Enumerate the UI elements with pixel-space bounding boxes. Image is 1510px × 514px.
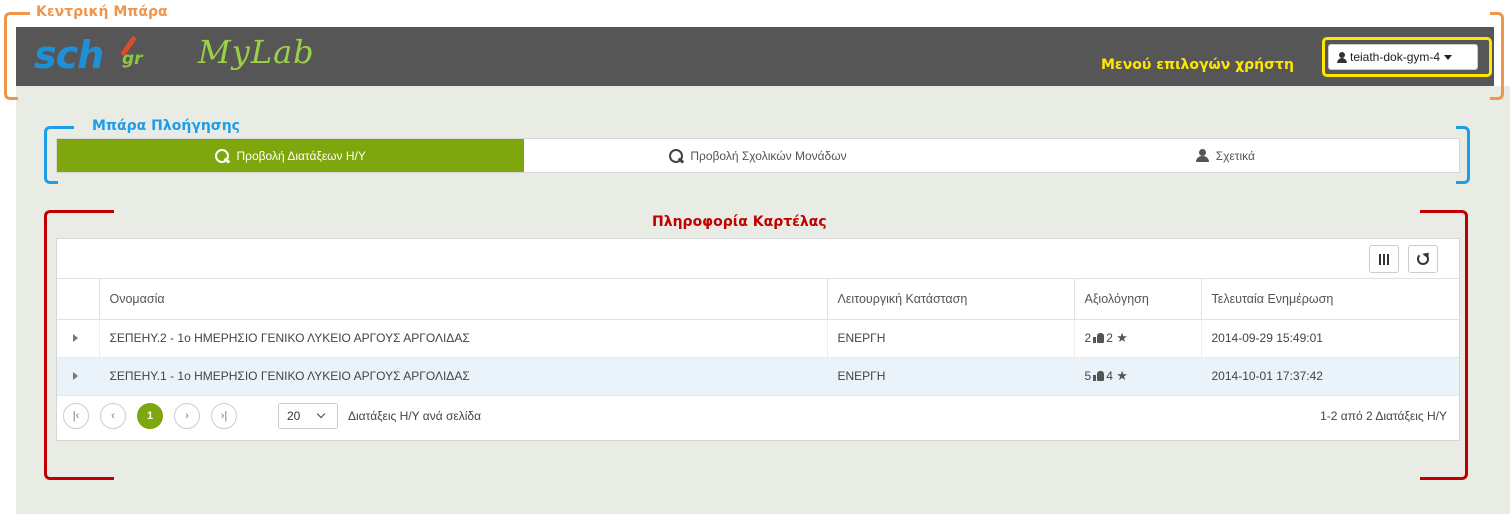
tab-label: Προβολή Σχολικών Μονάδων (690, 148, 847, 163)
thumbs-up-icon (1093, 371, 1105, 381)
table-row[interactable]: ΣΕΠΕΗΥ.2 - 1ο ΗΜΕΡΗΣΙΟ ΓΕΝΙΚΟ ΛΥΚΕΙΟ ΑΡΓ… (57, 319, 1459, 358)
star-icon: ★ (1116, 330, 1128, 345)
cell-updated: 2014-10-01 17:37:42 (1201, 357, 1459, 396)
cell-rating: 54 ★ (1074, 357, 1202, 396)
current-page-button[interactable]: 1 (137, 402, 163, 429)
tab-label: Προβολή Διατάξεων Η/Υ (236, 148, 366, 163)
expand-column-header (57, 279, 100, 320)
table-header-row: Ονομασία Λειτουργική Κατάσταση Αξιολόγησ… (57, 279, 1459, 320)
central-bar-bracket-right (1490, 12, 1504, 100)
page-size-select[interactable]: 20 (278, 402, 338, 429)
columns-icon (1379, 253, 1389, 265)
tab-info-bracket-top-right (1420, 210, 1456, 213)
mylab-logo[interactable]: MyLab (198, 33, 315, 71)
user-icon (1195, 149, 1209, 162)
sch-logo-gr: gr (122, 49, 143, 69)
columns-button[interactable] (1369, 245, 1399, 273)
thumbs-up-icon (1093, 333, 1105, 343)
pagination-bar: |‹ ‹ 1 › ›| 20 Διατάξεις Η/Υ ανά σελίδα … (57, 396, 1459, 436)
cell-updated: 2014-09-29 15:49:01 (1201, 319, 1459, 358)
column-header-status[interactable]: Λειτουργική Κατάσταση (827, 279, 1075, 320)
data-table: Ονομασία Λειτουργική Κατάσταση Αξιολόγησ… (57, 279, 1459, 396)
per-page-label: Διατάξεις Η/Υ ανά σελίδα (348, 408, 482, 423)
star-icon: ★ (1116, 368, 1128, 383)
table-row[interactable]: ΣΕΠΕΗΥ.1 - 1ο ΗΜΕΡΗΣΙΟ ΓΕΝΙΚΟ ΛΥΚΕΙΟ ΑΡΓ… (57, 357, 1459, 396)
nav-bar-annotation: Μπάρα Πλοήγησης (92, 118, 240, 134)
chevron-down-icon (317, 409, 326, 419)
sch-logo[interactable]: sch (34, 33, 104, 77)
chevron-left-icon: ‹ (111, 409, 115, 422)
data-grid-panel: Ονομασία Λειτουργική Κατάσταση Αξιολόγησ… (56, 238, 1460, 441)
column-header-rating[interactable]: Αξιολόγηση (1074, 279, 1202, 320)
stars-count: 4 (1106, 369, 1113, 383)
search-icon (669, 148, 684, 163)
prev-page-button[interactable]: ‹ (100, 402, 126, 429)
next-page-button[interactable]: › (174, 402, 200, 429)
refresh-button[interactable] (1408, 245, 1438, 273)
tab-school-units[interactable]: Προβολή Σχολικών Μονάδων (524, 139, 991, 172)
grid-toolbar (57, 239, 1459, 279)
user-menu-annotation: Μενού επιλογών χρήστη (1101, 57, 1294, 73)
tab-about[interactable]: Σχετικά (992, 139, 1459, 172)
last-page-button[interactable]: ›| (211, 402, 237, 429)
likes-count: 5 (1084, 369, 1092, 383)
cell-rating: 22 ★ (1074, 319, 1202, 358)
expand-row-icon[interactable] (73, 334, 78, 342)
user-menu-highlight (1322, 37, 1492, 77)
nav-bar-bracket-tick (58, 126, 74, 129)
search-icon (215, 148, 230, 163)
cell-name: ΣΕΠΕΗΥ.2 - 1ο ΗΜΕΡΗΣΙΟ ΓΕΝΙΚΟ ΛΥΚΕΙΟ ΑΡΓ… (99, 319, 828, 358)
central-bar-annotation: Κεντρική Μπάρα (36, 4, 168, 20)
column-header-updated[interactable]: Τελευταία Ενημέρωση (1201, 279, 1459, 320)
central-bar-bracket-left (4, 12, 18, 100)
tab-info-annotation: Πληροφορία Καρτέλας (652, 214, 827, 230)
navigation-bar: Προβολή Διατάξεων Η/Υ Προβολή Σχολικών Μ… (56, 138, 1460, 173)
central-bar-bracket-tick (18, 12, 30, 15)
tab-label: Σχετικά (1215, 148, 1255, 163)
first-page-button[interactable]: |‹ (63, 402, 89, 429)
range-label: 1-2 από 2 Διατάξεις Η/Υ (1320, 408, 1447, 423)
cell-status: ΕΝΕΡΓΗ (827, 319, 1075, 358)
chevron-right-icon: › (185, 409, 189, 422)
cell-status: ΕΝΕΡΓΗ (827, 357, 1075, 396)
tab-info-bracket-bottom-left (58, 477, 114, 480)
tab-computer-layouts[interactable]: Προβολή Διατάξεων Η/Υ (57, 139, 525, 172)
page-size-value: 20 (287, 408, 301, 423)
expand-row-icon[interactable] (73, 372, 78, 380)
tab-info-bracket-top-left (58, 210, 114, 213)
cell-name: ΣΕΠΕΗΥ.1 - 1ο ΗΜΕΡΗΣΙΟ ΓΕΝΙΚΟ ΛΥΚΕΙΟ ΑΡΓ… (99, 357, 828, 396)
likes-count: 2 (1084, 331, 1092, 345)
column-header-name[interactable]: Ονομασία (99, 279, 828, 320)
first-page-icon: |‹ (72, 409, 80, 422)
tab-info-bracket-bottom-right (1420, 477, 1456, 480)
stars-count: 2 (1106, 331, 1113, 345)
refresh-icon (1417, 253, 1429, 265)
last-page-icon: ›| (220, 409, 228, 422)
